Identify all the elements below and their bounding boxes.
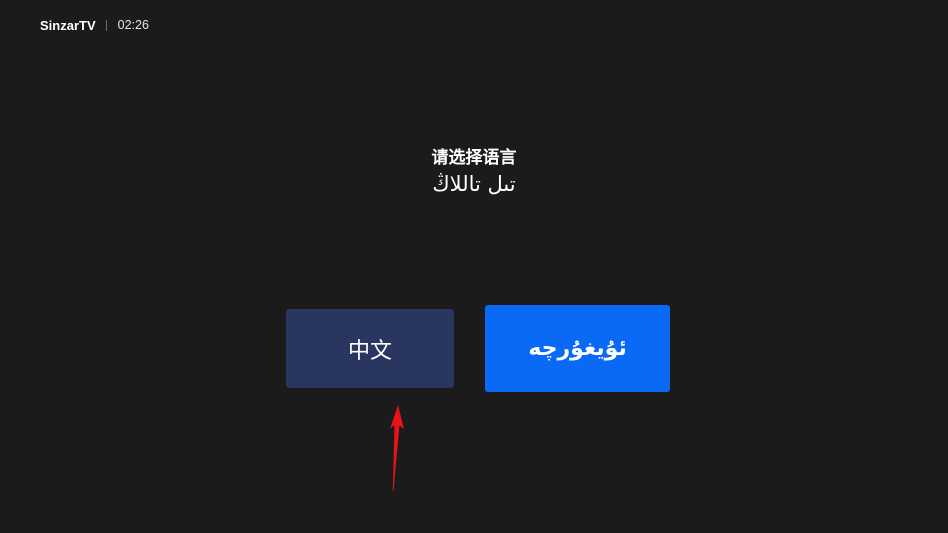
language-select-screen: SinzarTV 02:26 请选择语言 تىل تاللاڭ 中文 ئۇيغۇ… (0, 0, 948, 533)
prompt-uyghur: تىل تاللاڭ (432, 172, 516, 196)
prompt-chinese: 请选择语言 (431, 148, 517, 168)
clock: 02:26 (117, 18, 149, 32)
arrow-shaft (392, 425, 400, 491)
brand-logo-text: SinzarTV (40, 17, 96, 33)
topbar-divider (105, 19, 107, 31)
top-bar: SinzarTV 02:26 (40, 16, 149, 34)
language-prompt: 请选择语言 تىل تاللاڭ (0, 146, 948, 198)
uyghur-language-button[interactable]: ئۇيغۇرچە (485, 305, 670, 392)
annotation-arrow-icon (390, 405, 404, 491)
chinese-language-button[interactable]: 中文 (286, 309, 454, 388)
